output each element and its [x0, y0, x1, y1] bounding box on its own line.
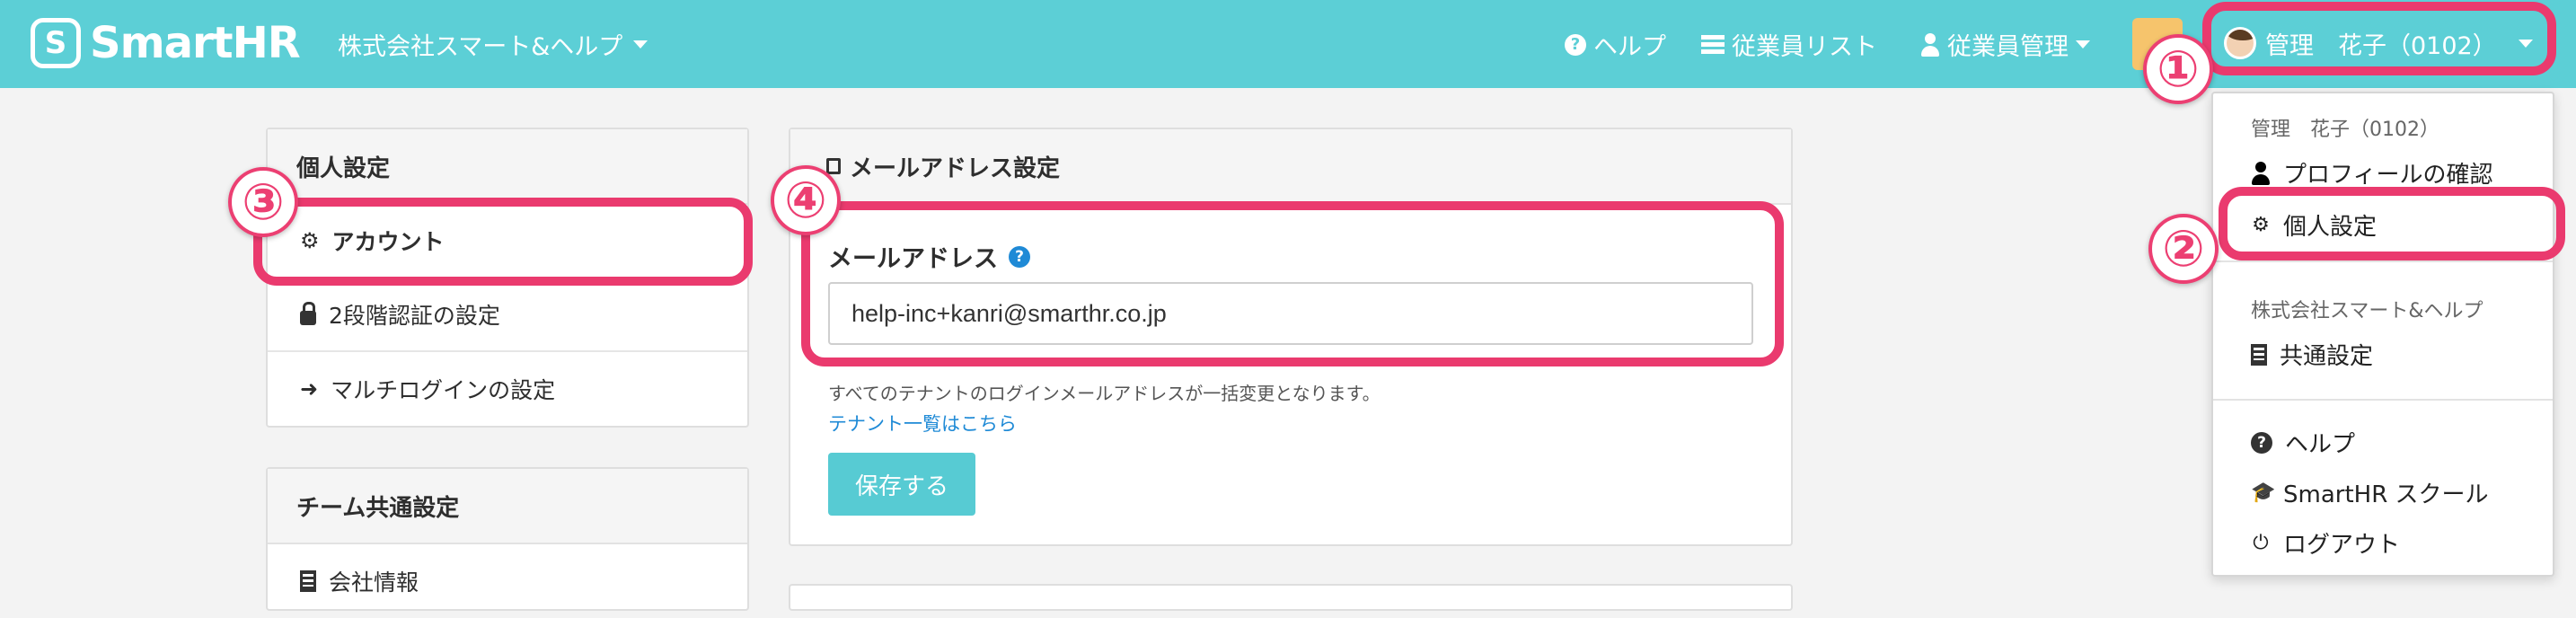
annotation-1: ①	[2143, 34, 2213, 104]
menu-item-profile[interactable]: プロフィールの確認	[2251, 156, 2492, 190]
nav-help[interactable]: ? ヘルプ	[1565, 27, 1666, 62]
company-name: 株式会社スマート&ヘルプ	[338, 33, 623, 61]
personal-settings-heading: 個人設定	[268, 129, 747, 205]
building-icon	[300, 570, 316, 592]
nav-employee-list[interactable]: 従業員リスト	[1701, 27, 1877, 62]
sign-in-icon: ➜	[300, 376, 319, 402]
nav-employee-list-label: 従業員リスト	[1732, 33, 1877, 61]
divider	[2213, 399, 2553, 401]
menu-item-label: SmartHR スクール	[2283, 481, 2489, 508]
menu-item-help[interactable]: ? ヘルプ	[2251, 426, 2355, 459]
building-icon	[2251, 343, 2267, 366]
company-switcher[interactable]: 株式会社スマート&ヘルプ	[338, 27, 648, 62]
annotation-2: ②	[2148, 214, 2219, 284]
caret-down-icon	[633, 40, 648, 49]
dropdown-user-heading: 管理 花子（0102）	[2251, 119, 2439, 141]
envelope-icon	[826, 158, 841, 174]
user-icon	[2251, 161, 2271, 185]
menu-item-label: ヘルプ	[2285, 431, 2356, 458]
sidebar-item-label: マルチログインの設定	[331, 377, 556, 403]
caret-down-icon	[2076, 40, 2090, 49]
menu-item-label: プロフィールの確認	[2283, 162, 2493, 189]
nav-employee-manage-label: 従業員管理	[1947, 33, 2069, 61]
email-settings-title: メールアドレス設定	[790, 129, 1791, 205]
logo-text: SmartHR	[90, 18, 301, 68]
sidebar-item-two-factor[interactable]: 2段階認証の設定	[268, 278, 747, 352]
tenant-list-link[interactable]: テナント一覧はこちら	[828, 410, 1017, 437]
annotation-4: ④	[771, 165, 841, 235]
email-note: すべてのテナントのログインメールアドレスが一括変更となります。	[828, 383, 1381, 404]
logo-mark-icon: S	[31, 18, 81, 68]
power-icon: ⏻	[2253, 532, 2269, 554]
menu-item-common-settings[interactable]: 共通設定	[2251, 338, 2373, 371]
team-settings-card: チーム共通設定 会社情報	[266, 467, 749, 611]
highlight-account	[253, 198, 753, 286]
card-title: メールアドレス設定	[850, 154, 1061, 182]
menu-item-logout[interactable]: ⏻ ログアウト	[2251, 526, 2400, 560]
dropdown-company-heading: 株式会社スマート&ヘルプ	[2251, 300, 2483, 322]
save-button[interactable]: 保存する	[828, 453, 975, 516]
sidebar-item-label: 2段階認証の設定	[329, 303, 500, 329]
sidebar-item-company-info[interactable]: 会社情報	[268, 544, 747, 618]
highlight-user-menu	[2202, 2, 2556, 75]
team-settings-heading: チーム共通設定	[268, 469, 747, 544]
annotation-3: ③	[228, 167, 298, 237]
user-icon	[1920, 32, 1940, 57]
question-circle-icon: ?	[1565, 33, 1586, 56]
smarthr-logo[interactable]: S SmartHR	[31, 18, 301, 68]
menu-item-label: 共通設定	[2280, 343, 2374, 370]
next-card	[789, 584, 1793, 611]
user-dropdown-menu: 管理 花子（0102） プロフィールの確認 ⚙ 個人設定 株式会社スマート&ヘル…	[2211, 92, 2554, 577]
menu-item-school[interactable]: 🎓 SmartHR スクール	[2251, 476, 2489, 509]
nav-employee-manage[interactable]: 従業員管理	[1920, 27, 2090, 62]
highlight-personal-settings	[2219, 187, 2565, 260]
highlight-email-field	[801, 201, 1784, 366]
menu-item-label: ログアウト	[2283, 532, 2401, 559]
lock-icon	[300, 302, 316, 325]
sidebar-item-multi-login[interactable]: ➜ マルチログインの設定	[268, 352, 747, 426]
question-circle-icon: ?	[2251, 431, 2272, 454]
list-icon	[1701, 35, 1725, 54]
graduation-cap-icon: 🎓	[2251, 481, 2276, 504]
divider	[2213, 260, 2553, 262]
nav-help-label: ヘルプ	[1593, 33, 1666, 61]
